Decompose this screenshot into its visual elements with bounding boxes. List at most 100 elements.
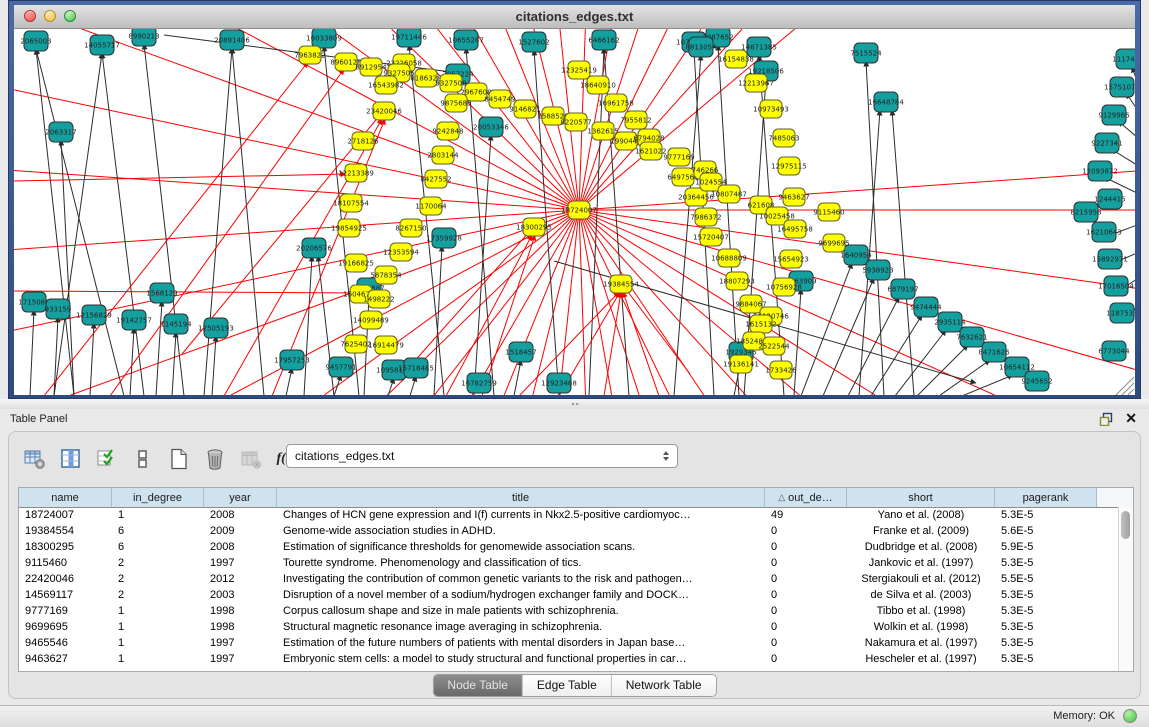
table-mode-icon[interactable] xyxy=(23,447,47,471)
table-row[interactable]: 946554611997Estimation of the future num… xyxy=(19,636,1133,652)
table-row[interactable]: 977716911998Corpus callosum shape and si… xyxy=(19,604,1133,620)
table-cell[interactable]: 5.6E-5 xyxy=(995,524,1097,540)
float-panel-icon[interactable] xyxy=(1099,412,1113,426)
table-cell[interactable]: 9115460 xyxy=(19,556,112,572)
table-cell[interactable]: 2003 xyxy=(204,588,277,604)
column-header-in_degree[interactable]: in_degree xyxy=(112,488,204,507)
table-cell[interactable]: 2 xyxy=(112,572,204,588)
table-cell[interactable]: 5.3E-5 xyxy=(995,620,1097,636)
table-cell[interactable]: 0 xyxy=(765,556,847,572)
table-cell[interactable]: de Silva et al. (2003) xyxy=(847,588,995,604)
table-cell[interactable]: 1 xyxy=(112,508,204,524)
table-cell[interactable]: 9777169 xyxy=(19,604,112,620)
scrollbar-thumb[interactable] xyxy=(1121,511,1130,539)
table-selector-dropdown[interactable]: citations_edges.txt xyxy=(286,444,678,468)
table-cell[interactable]: Nakamura et al. (1997) xyxy=(847,636,995,652)
table-cell[interactable]: 0 xyxy=(765,636,847,652)
table-cell[interactable]: 1997 xyxy=(204,652,277,668)
table-cell[interactable]: Structural magnetic resonance image aver… xyxy=(277,620,765,636)
table-cell[interactable]: 9463627 xyxy=(19,652,112,668)
table-cell[interactable]: 6 xyxy=(112,540,204,556)
minimize-window-button[interactable] xyxy=(44,10,56,22)
table-cell[interactable]: 9699695 xyxy=(19,620,112,636)
table-cell[interactable]: 9465546 xyxy=(19,636,112,652)
table-cell[interactable]: 2 xyxy=(112,588,204,604)
table-cell[interactable]: Dudbridge et al. (2008) xyxy=(847,540,995,556)
vertical-scrollbar[interactable] xyxy=(1118,507,1133,671)
zoom-window-button[interactable] xyxy=(64,10,76,22)
table-cell[interactable]: Changes of HCN gene expression and I(f) … xyxy=(277,508,765,524)
table-cell[interactable]: 2012 xyxy=(204,572,277,588)
tab-network-table[interactable]: Network Table xyxy=(611,675,716,696)
table-row[interactable]: 1456911722003Disruption of a novel membe… xyxy=(19,588,1133,604)
table-cell[interactable]: Disruption of a novel member of a sodium… xyxy=(277,588,765,604)
table-cell[interactable]: 2009 xyxy=(204,524,277,540)
column-header-out_de[interactable]: △out_de… xyxy=(765,488,847,507)
table-cell[interactable]: 1 xyxy=(112,620,204,636)
column-header-pagerank[interactable]: pagerank xyxy=(995,488,1097,507)
table-cell[interactable]: 5.3E-5 xyxy=(995,556,1097,572)
table-cell[interactable]: 14569117 xyxy=(19,588,112,604)
table-row[interactable]: 1872400712008Changes of HCN gene express… xyxy=(19,508,1133,524)
table-cell[interactable]: Corpus callosum shape and size in male p… xyxy=(277,604,765,620)
table-cell[interactable]: 1997 xyxy=(204,636,277,652)
table-cell[interactable]: Franke et al. (2009) xyxy=(847,524,995,540)
table-cell[interactable]: 1 xyxy=(112,636,204,652)
column-header-short[interactable]: short xyxy=(847,488,995,507)
table-cell[interactable]: Investigating the contribution of common… xyxy=(277,572,765,588)
table-cell[interactable]: 5.9E-5 xyxy=(995,540,1097,556)
table-cell[interactable]: 0 xyxy=(765,620,847,636)
table-cell[interactable]: 18724007 xyxy=(19,508,112,524)
column-header-name[interactable]: name xyxy=(19,488,112,507)
table-cell[interactable]: 5.3E-5 xyxy=(995,604,1097,620)
table-cell[interactable]: 0 xyxy=(765,524,847,540)
table-cell[interactable]: 5.3E-5 xyxy=(995,652,1097,668)
table-cell[interactable]: 0 xyxy=(765,540,847,556)
splitter-grip-icon[interactable] xyxy=(571,402,580,406)
column-header-year[interactable]: year xyxy=(204,488,277,507)
tab-edge-table[interactable]: Edge Table xyxy=(522,675,611,696)
table-cell[interactable]: Stergiakouli et al. (2012) xyxy=(847,572,995,588)
table-row[interactable]: 1938455462009Genome-wide association stu… xyxy=(19,524,1133,540)
table-cell[interactable]: 22420046 xyxy=(19,572,112,588)
table-cell[interactable]: 1 xyxy=(112,652,204,668)
row-height-icon[interactable] xyxy=(131,447,155,471)
import-table-icon[interactable] xyxy=(239,447,263,471)
table-cell[interactable]: Tourette syndrome. Phenomenology and cla… xyxy=(277,556,765,572)
tab-node-table[interactable]: Node Table xyxy=(433,675,522,696)
table-cell[interactable]: Tibbo et al. (1998) xyxy=(847,604,995,620)
table-cell[interactable]: Yano et al. (2008) xyxy=(847,508,995,524)
table-cell[interactable]: 5.3E-5 xyxy=(995,636,1097,652)
panel-splitter[interactable] xyxy=(0,399,1149,409)
table-cell[interactable]: 0 xyxy=(765,572,847,588)
table-row[interactable]: 911546021997Tourette syndrome. Phenomeno… xyxy=(19,556,1133,572)
new-table-icon[interactable] xyxy=(167,447,191,471)
table-cell[interactable]: Genome-wide association studies in ADHD. xyxy=(277,524,765,540)
table-row[interactable]: 1830029562008Estimation of significance … xyxy=(19,540,1133,556)
close-panel-icon[interactable]: ✕ xyxy=(1125,410,1137,427)
network-canvas[interactable]: 2065003140557178990213208914061603380919… xyxy=(14,29,1135,395)
table-cell[interactable]: 0 xyxy=(765,652,847,668)
column-header-title[interactable]: title xyxy=(277,488,765,507)
table-cell[interactable]: 1997 xyxy=(204,556,277,572)
table-cell[interactable]: 5.5E-5 xyxy=(995,572,1097,588)
select-columns-icon[interactable] xyxy=(95,447,119,471)
show-columns-icon[interactable] xyxy=(59,447,83,471)
table-cell[interactable]: 2 xyxy=(112,556,204,572)
table-cell[interactable]: 19384554 xyxy=(19,524,112,540)
table-cell[interactable]: 5.3E-5 xyxy=(995,588,1097,604)
table-cell[interactable]: 49 xyxy=(765,508,847,524)
table-cell[interactable]: 18300295 xyxy=(19,540,112,556)
table-row[interactable]: 969969511998Structural magnetic resonanc… xyxy=(19,620,1133,636)
network-graph[interactable]: 2065003140557178990213208914061603380919… xyxy=(14,29,1135,395)
table-cell[interactable]: 2008 xyxy=(204,540,277,556)
table-cell[interactable]: 5.3E-5 xyxy=(995,508,1097,524)
close-window-button[interactable] xyxy=(24,10,36,22)
table-cell[interactable]: 2008 xyxy=(204,508,277,524)
table-cell[interactable]: Estimation of the future numbers of pati… xyxy=(277,636,765,652)
table-cell[interactable]: Hescheler et al. (1997) xyxy=(847,652,995,668)
table-cell[interactable]: 1 xyxy=(112,604,204,620)
table-row[interactable]: 2242004622012Investigating the contribut… xyxy=(19,572,1133,588)
table-cell[interactable]: Estimation of significance thresholds fo… xyxy=(277,540,765,556)
table-cell[interactable]: 6 xyxy=(112,524,204,540)
